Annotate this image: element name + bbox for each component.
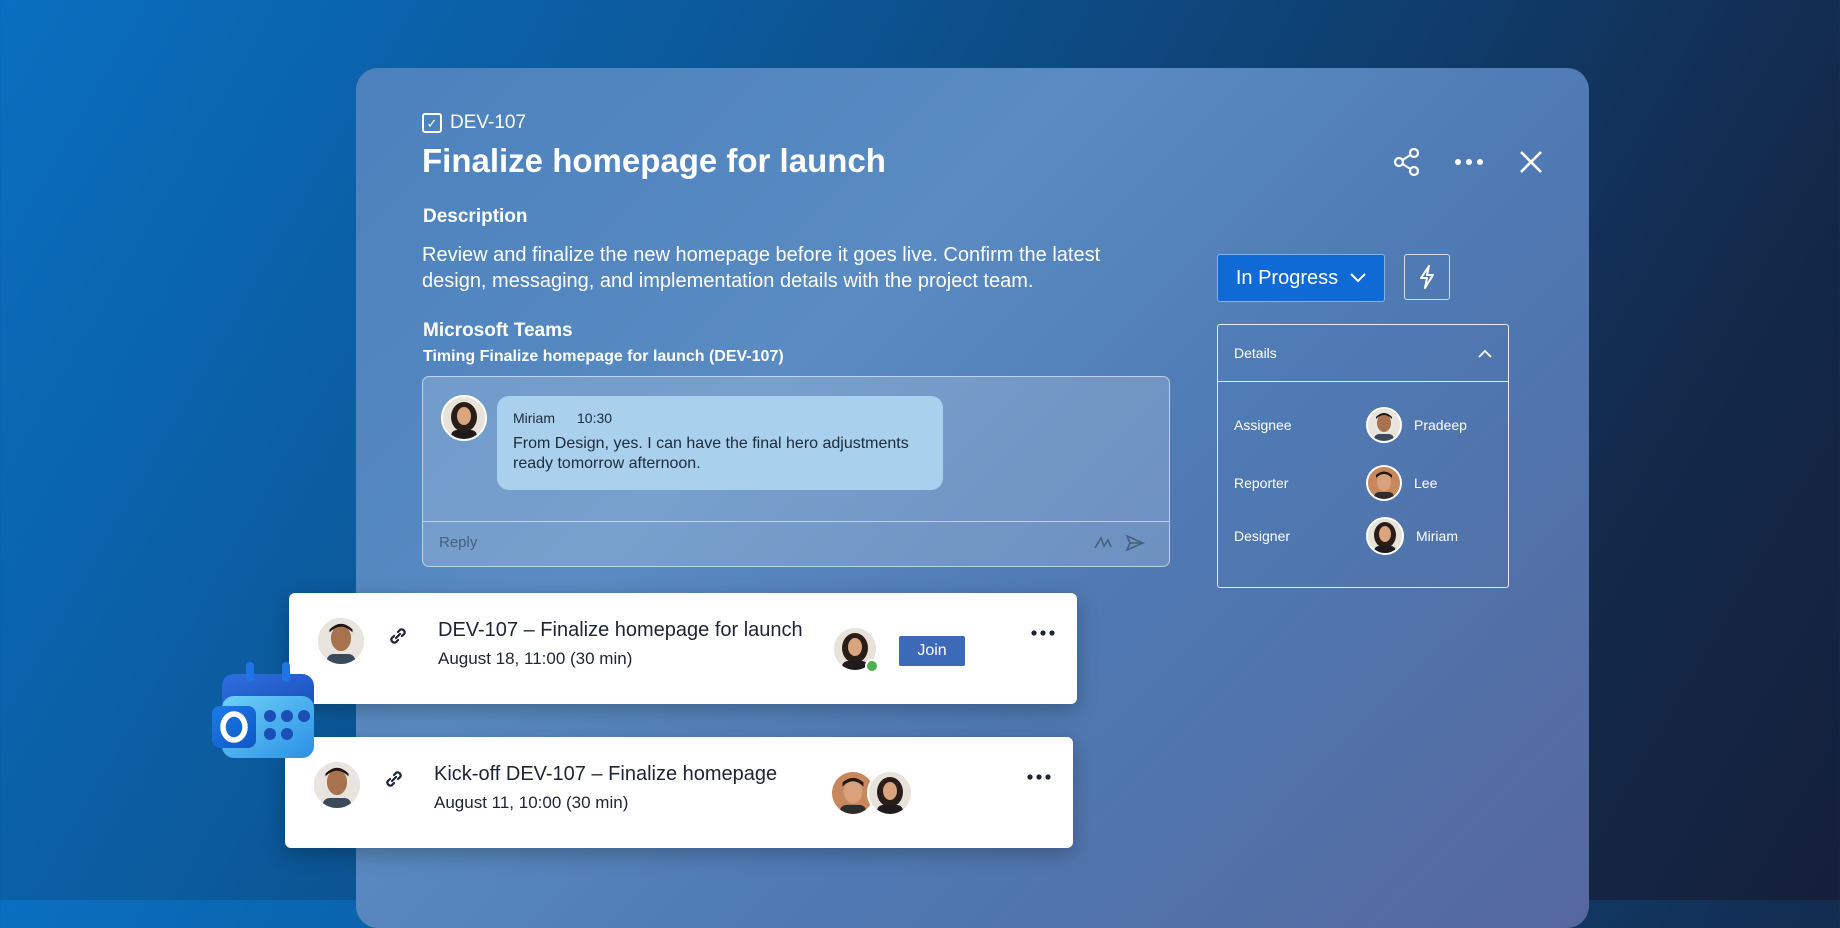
meeting-title: DEV-107 – Finalize homepage for launch — [438, 619, 803, 641]
meeting-more-button[interactable] — [1027, 767, 1051, 785]
outlook-calendar-icon — [210, 656, 320, 767]
detail-row-assignee: Assignee Pradeep — [1234, 407, 1467, 443]
reply-input[interactable] — [437, 533, 1061, 552]
avatar-lee — [1366, 465, 1402, 501]
details-header[interactable]: Details — [1218, 325, 1508, 382]
detail-value: Lee — [1414, 475, 1438, 491]
message-author: Miriam — [513, 410, 555, 426]
teams-thread-title: Timing Finalize homepage for launch (DEV… — [423, 348, 784, 365]
issue-key-label: DEV-107 — [450, 112, 527, 133]
meeting-title: Kick-off DEV-107 – Finalize homepage — [434, 763, 778, 785]
link-button[interactable] — [387, 625, 409, 652]
chevron-down-icon — [1350, 273, 1366, 283]
loop-icon — [1094, 536, 1112, 549]
share-icon — [1393, 147, 1420, 177]
avatar-pradeep — [1366, 407, 1402, 443]
detail-label: Designer — [1234, 528, 1291, 544]
link-icon — [386, 771, 402, 787]
description-text: Review and finalize the new homepage bef… — [422, 244, 1101, 292]
loop-button[interactable] — [1093, 533, 1113, 558]
close-icon — [1520, 151, 1542, 173]
join-button[interactable]: Join — [899, 636, 965, 666]
message-time: 10:30 — [577, 410, 613, 426]
avatar-miriam — [867, 770, 913, 816]
issue-actions — [1391, 146, 1547, 178]
avatar-pradeep — [316, 616, 366, 666]
reporter-value[interactable]: Lee — [1366, 465, 1437, 501]
presence-indicator — [865, 659, 879, 673]
more-icon — [1455, 159, 1483, 165]
more-button[interactable] — [1453, 146, 1485, 178]
avatar-pradeep — [312, 760, 362, 810]
attendee-miriam — [832, 626, 880, 674]
link-icon — [390, 628, 406, 644]
issue-key[interactable]: ✓ DEV-107 — [422, 112, 526, 134]
chevron-up-icon — [1478, 349, 1492, 358]
details-heading: Details — [1234, 345, 1277, 361]
bolt-icon — [1420, 265, 1434, 289]
divider — [423, 521, 1169, 522]
send-button[interactable] — [1125, 533, 1145, 558]
more-icon — [1031, 630, 1055, 636]
checkbox-icon: ✓ — [422, 113, 442, 133]
reply-actions — [1093, 533, 1145, 558]
teams-chat: Miriam 10:30 From Design, yes. I can have… — [422, 376, 1170, 567]
meeting-card[interactable]: Kick-off DEV-107 – Finalize homepage Aug… — [285, 737, 1073, 848]
send-icon — [1125, 534, 1145, 552]
detail-row-designer: Designer Miriam — [1234, 517, 1458, 555]
automation-button[interactable] — [1404, 254, 1450, 300]
chat-message: Miriam 10:30 From Design, yes. I can have… — [497, 396, 943, 490]
assignee-value[interactable]: Pradeep — [1366, 407, 1467, 443]
message-text: From Design, yes. I can have the final h… — [513, 435, 909, 472]
more-icon — [1027, 774, 1051, 780]
detail-value: Miriam — [1416, 528, 1458, 544]
avatar-miriam — [441, 395, 487, 441]
status-label: In Progress — [1235, 266, 1339, 289]
close-button[interactable] — [1515, 146, 1547, 178]
link-button[interactable] — [383, 768, 405, 795]
meeting-time: August 18, 11:00 (30 min) — [438, 649, 633, 668]
detail-label: Reporter — [1234, 475, 1289, 491]
issue-title: Finalize homepage for launch — [422, 142, 886, 179]
designer-value[interactable]: Miriam — [1366, 517, 1458, 555]
detail-label: Assignee — [1234, 417, 1292, 433]
meeting-time: August 11, 10:00 (30 min) — [434, 793, 629, 812]
detail-value: Pradeep — [1414, 417, 1467, 433]
status-dropdown[interactable]: In Progress — [1217, 254, 1385, 302]
teams-heading: Microsoft Teams — [423, 320, 573, 341]
description-heading: Description — [423, 206, 528, 227]
detail-row-reporter: Reporter Lee — [1234, 465, 1437, 501]
details-panel: Details Assignee Pradeep Reporter Lee De… — [1217, 324, 1509, 588]
meeting-more-button[interactable] — [1031, 623, 1055, 641]
meeting-card[interactable]: DEV-107 – Finalize homepage for launch A… — [289, 593, 1077, 704]
avatar-miriam — [1366, 517, 1404, 555]
share-button[interactable] — [1391, 146, 1423, 178]
